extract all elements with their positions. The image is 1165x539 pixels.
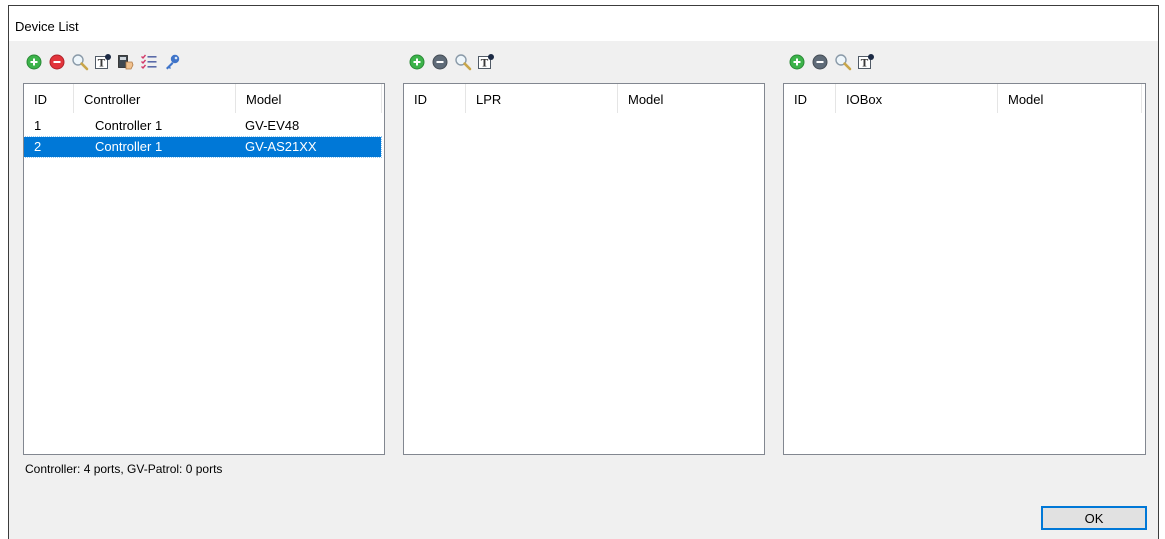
checklist-icon [140, 53, 158, 71]
assign-controller-button[interactable] [115, 51, 137, 73]
column-header-id[interactable]: ID [404, 84, 466, 113]
text-properties-icon: T [477, 53, 495, 71]
properties-controller-button[interactable]: T [92, 51, 114, 73]
search-controller-button[interactable] [69, 51, 91, 73]
column-header-id[interactable]: ID [24, 84, 74, 113]
checklist-controller-button[interactable] [138, 51, 160, 73]
svg-text:T: T [481, 59, 489, 70]
remove-iobox-button[interactable] [809, 51, 831, 73]
cell-controller: Controller 1 [95, 118, 163, 133]
title-bar: Device List [9, 6, 1158, 41]
search-lpr-button[interactable] [452, 51, 474, 73]
add-controller-button[interactable] [23, 51, 45, 73]
window-title: Device List [15, 19, 79, 34]
table-row[interactable]: 1 Controller 1 GV-EV48 [24, 116, 381, 136]
column-header-id[interactable]: ID [784, 84, 836, 113]
iobox-toolbar: T [786, 51, 878, 73]
column-header-lpr[interactable]: LPR [466, 84, 618, 113]
remove-circle-gray-icon [812, 54, 828, 70]
cell-model: GV-AS21XX [245, 139, 317, 154]
table-row-selected[interactable]: 2 Controller 1 GV-AS21XX [24, 136, 382, 158]
hand-card-icon [117, 53, 135, 71]
properties-iobox-button[interactable]: T [855, 51, 877, 73]
text-properties-icon: T [857, 53, 875, 71]
column-header-model[interactable]: Model [998, 84, 1142, 113]
remove-circle-red-icon [49, 54, 65, 70]
properties-lpr-button[interactable]: T [475, 51, 497, 73]
add-lpr-button[interactable] [406, 51, 428, 73]
remove-circle-gray-icon [432, 54, 448, 70]
svg-text:T: T [861, 59, 869, 70]
search-iobox-button[interactable] [832, 51, 854, 73]
remove-lpr-button[interactable] [429, 51, 451, 73]
iobox-list[interactable]: ID IOBox Model [783, 83, 1146, 455]
column-header-iobox[interactable]: IOBox [836, 84, 998, 113]
key-controller-button[interactable] [161, 51, 183, 73]
device-list-window: Device List T T T ID Controller Model 1 … [8, 5, 1159, 539]
remove-controller-button[interactable] [46, 51, 68, 73]
controller-list-header: ID Controller Model [24, 84, 384, 113]
key-icon [163, 53, 181, 71]
cell-id: 1 [34, 118, 42, 133]
add-iobox-button[interactable] [786, 51, 808, 73]
text-properties-icon: T [94, 53, 112, 71]
lpr-list-header: ID LPR Model [404, 84, 764, 113]
column-header-model[interactable]: Model [618, 84, 764, 113]
lpr-toolbar: T [406, 51, 498, 73]
port-status-text: Controller: 4 ports, GV-Patrol: 0 ports [25, 462, 223, 476]
cell-id: 2 [34, 139, 42, 154]
column-header-model[interactable]: Model [236, 84, 382, 113]
column-header-controller[interactable]: Controller [74, 84, 236, 113]
controller-toolbar: T [23, 51, 184, 73]
ok-button[interactable]: OK [1041, 506, 1147, 530]
cell-model: GV-EV48 [245, 118, 300, 133]
controller-list[interactable]: ID Controller Model 1 Controller 1 GV-EV… [23, 83, 385, 455]
magnifier-icon [454, 53, 472, 71]
magnifier-icon [71, 53, 89, 71]
add-circle-green-icon [26, 54, 42, 70]
svg-text:T: T [98, 59, 106, 70]
iobox-list-header: ID IOBox Model [784, 84, 1145, 113]
lpr-list[interactable]: ID LPR Model [403, 83, 765, 455]
cell-controller: Controller 1 [95, 139, 163, 154]
magnifier-icon [834, 53, 852, 71]
add-circle-green-icon [409, 54, 425, 70]
add-circle-green-icon [789, 54, 805, 70]
